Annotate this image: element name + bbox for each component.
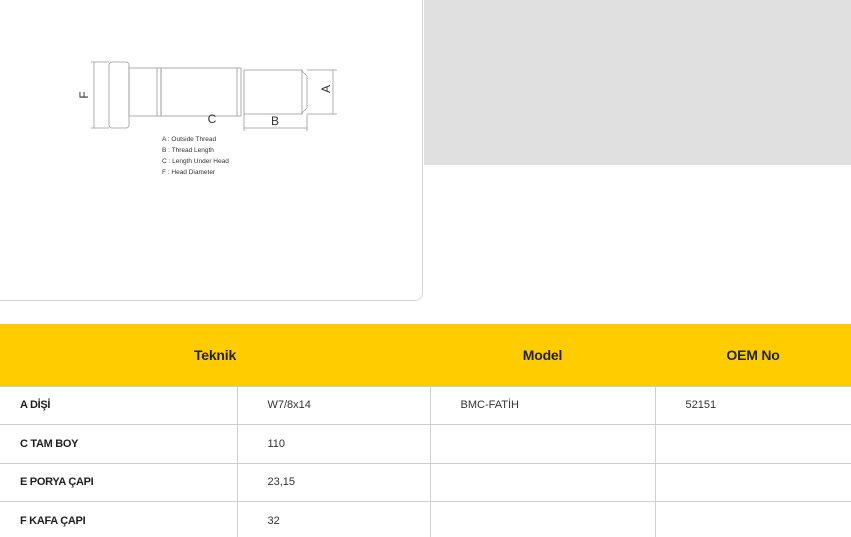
legend-item: F : Head Diameter (162, 169, 216, 176)
header-model: Model (430, 324, 655, 386)
dim-label-f: F (77, 91, 91, 98)
table-row: A DİŞİ W7/8x14 BMC-FATİH 52151 (0, 385, 851, 425)
row-model (430, 424, 656, 464)
row-oem (655, 424, 851, 464)
image-placeholder-panel (424, 0, 851, 165)
product-image-card: C B F A A : Outside Thread B : Thread Le… (0, 0, 423, 301)
row-label: C TAM BOY (0, 424, 238, 464)
bolt-shank-shape (160, 67, 242, 117)
row-value: 23,15 (237, 463, 431, 502)
legend-item: C : Length Under Head (162, 158, 229, 165)
row-model (430, 463, 656, 502)
table-row: F KAFA ÇAPI 32 (0, 501, 851, 537)
row-model: BMC-FATİH (430, 385, 656, 425)
dim-label-a: A (319, 85, 333, 93)
header-teknik: Teknik (0, 324, 430, 386)
spec-table: Teknik Model OEM No A DİŞİ W7/8x14 BMC-F… (0, 324, 851, 537)
dim-label-b: B (271, 114, 279, 128)
row-model (430, 501, 656, 537)
row-oem (655, 501, 851, 537)
row-value: 110 (237, 424, 431, 464)
table-row: C TAM BOY 110 (0, 424, 851, 464)
legend-item: A : Outside Thread (162, 136, 217, 143)
diagram-legend: A : Outside Thread B : Thread Length C :… (162, 134, 229, 178)
table-row: E PORYA ÇAPI 23,15 (0, 463, 851, 502)
row-label: F KAFA ÇAPI (0, 501, 238, 537)
bolt-thread-shape (243, 69, 303, 115)
row-oem (655, 463, 851, 502)
row-label: E PORYA ÇAPI (0, 463, 238, 502)
dim-label-c: C (208, 112, 217, 126)
row-value: 32 (237, 501, 431, 537)
bolt-head-shape (108, 61, 130, 129)
row-oem: 52151 (655, 385, 851, 425)
header-oem: OEM No (655, 324, 851, 386)
product-page: C B F A A : Outside Thread B : Thread Le… (0, 0, 851, 537)
bolt-neck-shape (128, 67, 162, 117)
table-header-row: Teknik Model OEM No (0, 324, 851, 386)
row-label: A DİŞİ (0, 385, 238, 425)
legend-item: B : Thread Length (162, 147, 214, 154)
row-value: W7/8x14 (237, 385, 431, 425)
